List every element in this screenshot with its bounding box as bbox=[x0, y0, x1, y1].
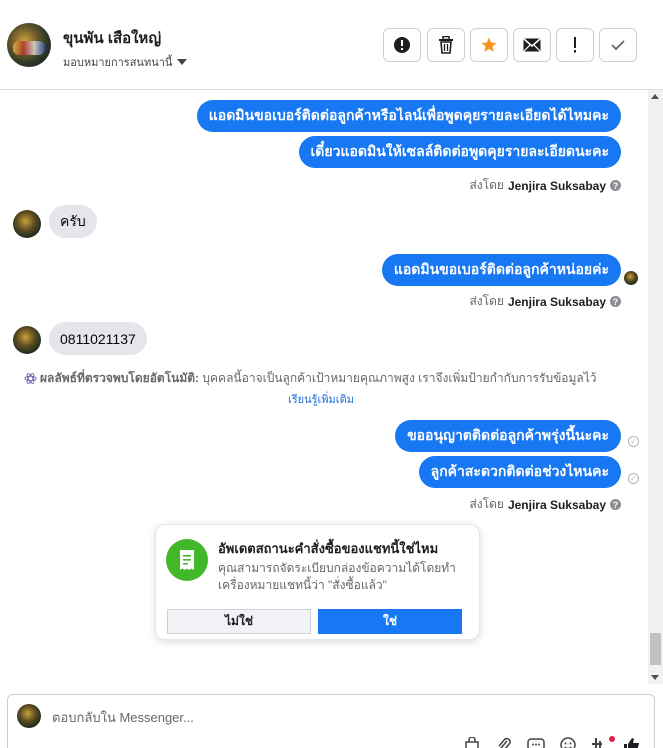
delivered-check-icon: ✓ bbox=[628, 436, 639, 447]
help-icon[interactable]: ? bbox=[610, 180, 621, 191]
scroll-up-arrow-icon[interactable] bbox=[651, 94, 659, 99]
auto-detected-note: ผลลัพธ์ที่ตรวจพบโดยอัตโนมัติ: บุคคลนี้อา… bbox=[24, 370, 634, 386]
checkmark-icon bbox=[611, 40, 625, 51]
order-status-card: อัพเดตสถานะคำสั่งซื้อของแชทนี้ใช่ไหม คุณ… bbox=[155, 524, 480, 640]
sent-by-label: ส่งโดย Jenjira Suksabay ? bbox=[469, 495, 621, 514]
sent-by-prefix: ส่งโดย bbox=[469, 178, 504, 192]
chat-bubble-icon[interactable] bbox=[527, 737, 545, 748]
conversation-thread[interactable]: แอดมินขอเบอร์ติดต่อลูกค้าหรือไลน์เพื่อพู… bbox=[0, 90, 648, 684]
learn-more-link[interactable]: เรียนรู้เพิ่มเติม bbox=[288, 390, 354, 408]
sender-name: Jenjira Suksabay bbox=[507, 294, 606, 309]
emoji-icon[interactable] bbox=[559, 737, 577, 748]
mark-unread-button[interactable] bbox=[513, 28, 551, 62]
message-outgoing[interactable]: ขออนุญาตติดต่อลูกค้าพรุ่งนี้นะคะ bbox=[395, 420, 621, 452]
paperclip-icon[interactable] bbox=[495, 737, 513, 748]
atom-icon bbox=[24, 373, 37, 384]
assign-label: มอบหมายการสนทนานี้ bbox=[63, 57, 173, 69]
follow-up-button[interactable] bbox=[556, 28, 594, 62]
saved-replies-icon[interactable] bbox=[591, 737, 609, 748]
auto-detected-label: ผลลัพธ์ที่ตรวจพบโดยอัตโนมัติ: bbox=[40, 371, 200, 385]
message-incoming[interactable]: 0811021137 bbox=[49, 322, 147, 355]
message-outgoing[interactable]: เดี๋ยวแอดมินให้เซลล์ติดต่อพูดคุยรายละเอี… bbox=[298, 136, 621, 168]
sender-name: Jenjira Suksabay bbox=[507, 178, 606, 193]
receipt-icon bbox=[166, 539, 208, 581]
delivered-check-icon: ✓ bbox=[628, 473, 639, 484]
yes-button[interactable]: ใช่ bbox=[318, 609, 462, 634]
conversation-scrollbar[interactable] bbox=[648, 90, 663, 684]
no-button[interactable]: ไม่ใช่ bbox=[167, 609, 311, 634]
contact-avatar-small bbox=[13, 210, 41, 238]
reply-input[interactable] bbox=[52, 705, 612, 729]
envelope-icon bbox=[523, 38, 541, 52]
contact-avatar[interactable] bbox=[7, 23, 51, 67]
scroll-down-arrow-icon[interactable] bbox=[651, 675, 659, 680]
contact-avatar-small bbox=[13, 326, 41, 354]
message-outgoing[interactable]: แอดมินขอเบอร์ติดต่อลูกค้าหรือไลน์เพื่อพู… bbox=[196, 100, 621, 132]
help-icon[interactable]: ? bbox=[610, 499, 621, 510]
message-incoming[interactable]: ครับ bbox=[49, 205, 97, 238]
sent-by-label: ส่งโดย Jenjira Suksabay ? bbox=[469, 292, 621, 311]
exclamation-icon bbox=[574, 37, 576, 53]
report-spam-button[interactable] bbox=[383, 28, 421, 62]
sent-by-label: ส่งโดย Jenjira Suksabay ? bbox=[469, 176, 621, 195]
caret-down-icon bbox=[177, 59, 188, 65]
assign-conversation-dropdown[interactable]: มอบหมายการสนทนานี้ bbox=[63, 53, 188, 71]
sender-name: Jenjira Suksabay bbox=[507, 497, 606, 512]
contact-name[interactable]: ขุนพัน เสือใหญ่ bbox=[63, 26, 161, 50]
exclamation-circle-icon bbox=[394, 37, 410, 53]
thumbs-up-icon[interactable] bbox=[623, 737, 641, 748]
trash-icon bbox=[439, 36, 453, 54]
card-title: อัพเดตสถานะคำสั่งซื้อของแชทนี้ใช่ไหม bbox=[218, 541, 439, 556]
star-icon bbox=[481, 37, 497, 52]
message-outgoing[interactable]: แอดมินขอเบอร์ติดต่อลูกค้าหน่อยค่ะ bbox=[381, 254, 621, 286]
scroll-thumb[interactable] bbox=[650, 633, 661, 665]
page-avatar bbox=[17, 704, 41, 728]
sent-by-prefix: ส่งโดย bbox=[469, 294, 504, 308]
reply-composer bbox=[7, 694, 655, 748]
notification-dot bbox=[609, 736, 615, 742]
help-icon[interactable]: ? bbox=[610, 296, 621, 307]
conversation-header: ขุนพัน เสือใหญ่ มอบหมายการสนทนานี้ bbox=[0, 0, 663, 90]
mark-done-button[interactable] bbox=[599, 28, 637, 62]
delete-button[interactable] bbox=[427, 28, 465, 62]
sent-by-prefix: ส่งโดย bbox=[469, 497, 504, 511]
star-button[interactable] bbox=[470, 28, 508, 62]
seen-avatar bbox=[624, 271, 638, 285]
card-description: คุณสามารถจัดระเบียบกล่องข้อความได้โดยทำเ… bbox=[218, 561, 456, 592]
shopping-bag-icon[interactable] bbox=[463, 736, 481, 748]
auto-detected-text: บุคคลนี้อาจเป็นลูกค้าเป้าหมายคุณภาพสูง เ… bbox=[202, 371, 597, 385]
message-outgoing[interactable]: ลูกค้าสะดวกติดต่อช่วงไหนคะ bbox=[418, 456, 621, 488]
